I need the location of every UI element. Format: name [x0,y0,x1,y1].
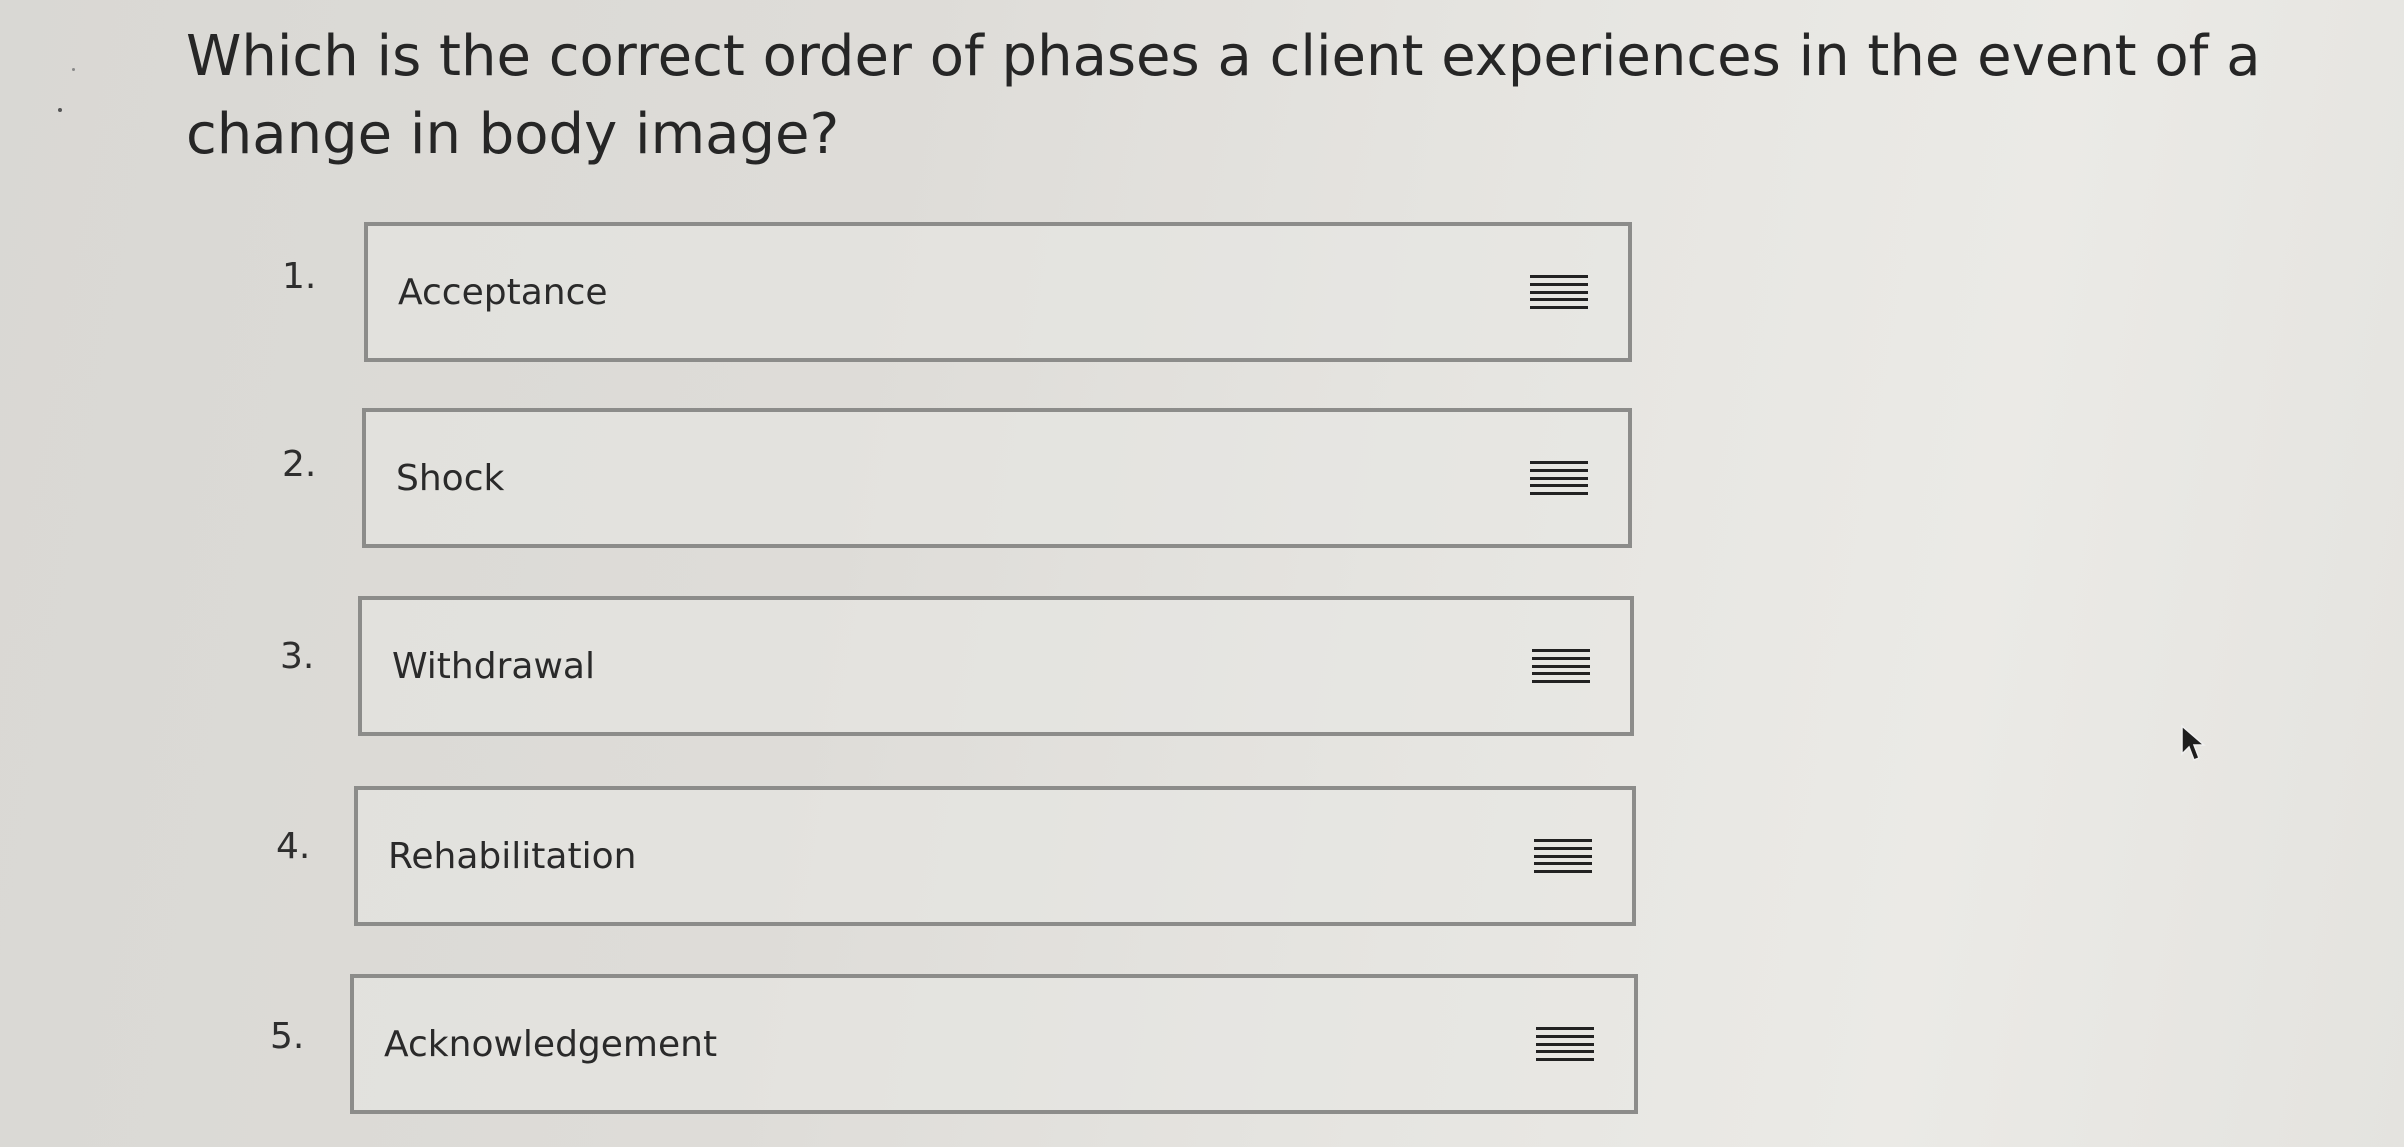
drag-handle-icon[interactable] [1530,275,1588,309]
dust-speck [72,68,75,71]
item-label: Shock [396,457,505,499]
ordering-item-acceptance[interactable]: Acceptance [364,222,1632,362]
item-number-5: 5. [270,1016,305,1057]
ordering-item-acknowledgement[interactable]: Acknowledgement [350,974,1638,1114]
dust-speck [58,108,62,112]
item-number-4: 4. [276,826,311,867]
item-number-3: 3. [280,636,315,677]
question-text: Which is the correct order of phases a c… [186,24,2261,167]
drag-handle-icon[interactable] [1530,461,1588,495]
drag-handle-icon[interactable] [1534,839,1592,873]
drag-handle-icon[interactable] [1532,649,1590,683]
item-label: Acceptance [398,271,608,313]
ordering-item-rehabilitation[interactable]: Rehabilitation [354,786,1636,926]
ordering-item-withdrawal[interactable]: Withdrawal [358,596,1634,736]
ordering-item-shock[interactable]: Shock [362,408,1632,548]
item-label: Rehabilitation [388,835,637,877]
item-number-2: 2. [282,444,317,485]
mouse-pointer-icon [2181,724,2207,761]
item-label: Acknowledgement [384,1023,718,1065]
item-label: Withdrawal [392,645,595,687]
item-number-1: 1. [282,256,317,297]
drag-handle-icon[interactable] [1536,1027,1594,1061]
